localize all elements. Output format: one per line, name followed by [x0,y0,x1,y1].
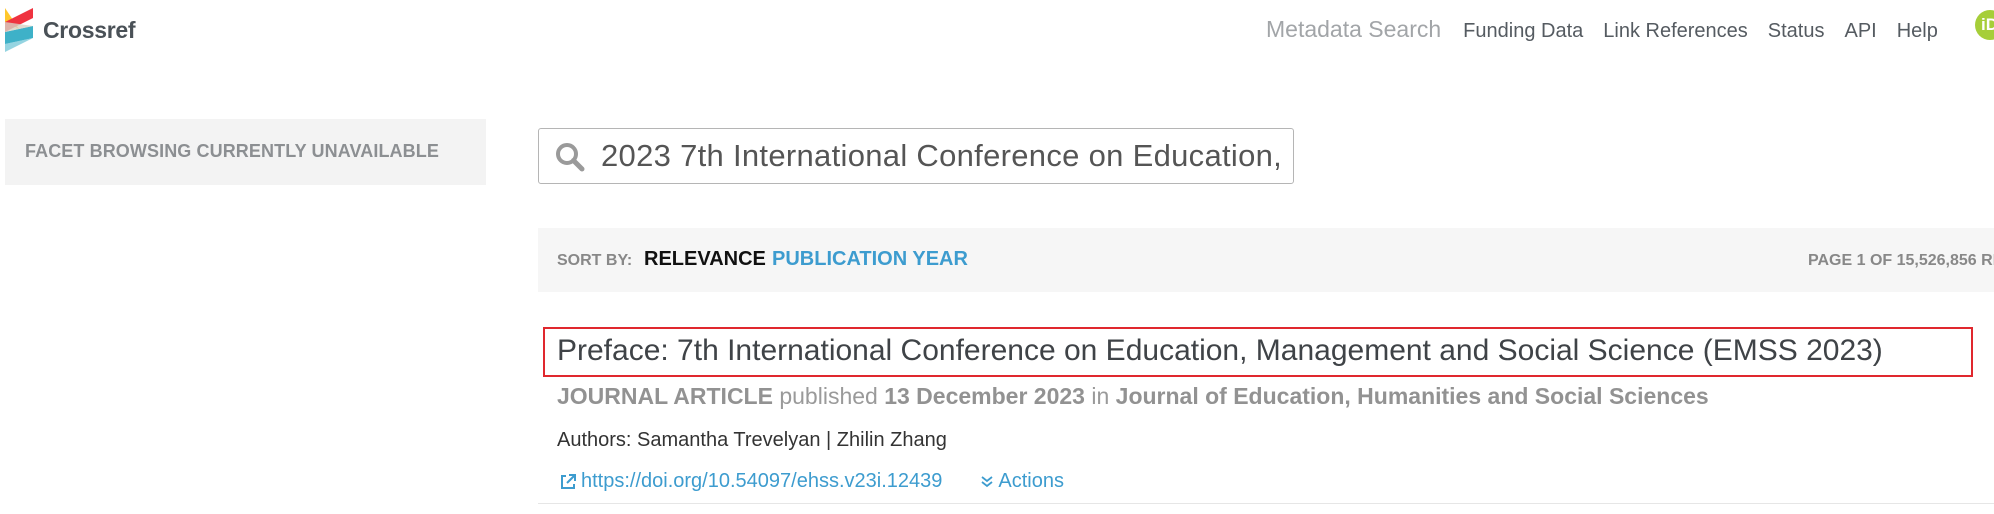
authors-label: Authors: [557,429,632,451]
nav-help[interactable]: Help [1897,20,1938,43]
sort-option-publication-year[interactable]: PUBLICATION YEAR [772,248,968,271]
orcid-icon[interactable]: iD [1975,10,1994,40]
search-box[interactable] [538,128,1294,184]
search-input[interactable] [601,129,1291,182]
external-link-icon [561,473,576,489]
top-navigation: Metadata Search Funding Data Link Refere… [1266,16,1958,43]
result-authors: Authors: Samantha Trevelyan | Zhilin Zha… [557,429,947,452]
result-links: https://doi.org/10.54097/ehss.v23i.12439… [559,470,1064,493]
logo-text: Crossref [43,16,136,43]
result-meta: JOURNAL ARTICLE published 13 December 20… [557,383,1709,410]
actions-label: Actions [998,470,1064,492]
nav-metadata-search[interactable]: Metadata Search [1266,16,1441,43]
doi-text: https://doi.org/10.54097/ehss.v23i.12439 [581,470,943,492]
authors-list: Samantha Trevelyan | Zhilin Zhang [637,429,947,451]
result-date: 13 December 2023 [884,383,1085,409]
crossref-logo[interactable]: Crossref [5,4,165,56]
page-info: PAGE 1 OF 15,526,856 RESULTS [1808,252,1994,269]
sort-bar: SORT BY: RELEVANCE PUBLICATION YEAR PAGE… [538,228,1994,292]
sort-by-label: SORT BY: [557,252,633,269]
nav-api[interactable]: API [1844,20,1876,43]
chevron-double-down-icon [981,475,993,487]
search-icon [556,143,585,172]
in-word: in [1091,383,1110,409]
crossref-logo-icon [5,8,33,52]
nav-funding-data[interactable]: Funding Data [1463,20,1583,43]
nav-link-references[interactable]: Link References [1603,20,1748,43]
result-title[interactable]: Preface: 7th International Conference on… [543,327,1973,377]
doi-link[interactable]: https://doi.org/10.54097/ehss.v23i.12439 [559,470,942,493]
result-divider [538,503,1994,504]
facet-unavailable-message: FACET BROWSING CURRENTLY UNAVAILABLE [25,141,439,161]
published-word: published [779,383,878,409]
result-journal: Journal of Education, Humanities and Soc… [1115,383,1709,409]
facet-panel: FACET BROWSING CURRENTLY UNAVAILABLE [5,119,486,185]
nav-status[interactable]: Status [1768,20,1825,43]
result-type: JOURNAL ARTICLE [557,383,773,409]
sort-option-relevance[interactable]: RELEVANCE [644,248,766,271]
actions-button[interactable]: Actions [980,470,1064,493]
